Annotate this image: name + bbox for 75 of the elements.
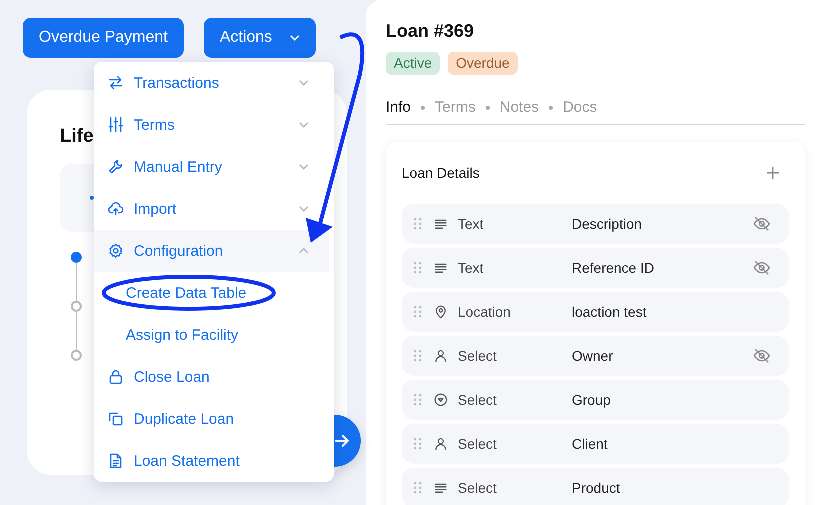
menu-item[interactable]: Loan Statement [94, 440, 329, 482]
drag-handle-icon[interactable] [414, 218, 422, 230]
chevron-down-icon [299, 164, 309, 170]
field-name: Product [572, 480, 622, 496]
hidden-eye-icon[interactable] [753, 348, 771, 364]
field-name: Reference ID [572, 260, 656, 276]
tab[interactable]: Docs [563, 99, 598, 116]
swap-arrows-icon [108, 75, 124, 91]
field-type: Text [458, 216, 485, 232]
cloud-upload-icon [108, 201, 124, 217]
field-type: Select [458, 436, 498, 452]
submenu-item[interactable]: Create Data Table [94, 272, 329, 314]
menu-item[interactable]: Transactions [94, 62, 329, 104]
person-icon [434, 437, 448, 451]
text-lines-icon [434, 481, 448, 495]
field-type: Select [458, 392, 498, 408]
field-row[interactable]: Select Client [402, 424, 789, 464]
hidden-eye-icon[interactable] [753, 260, 771, 276]
status-badge: Overdue [448, 52, 518, 75]
field-row[interactable]: Select Product [402, 468, 789, 505]
chevron-down-icon [290, 35, 300, 41]
add-icon[interactable] [767, 167, 779, 179]
document-icon [108, 453, 124, 469]
card-title: Loan Details [402, 165, 480, 181]
gear-icon [108, 243, 124, 259]
lock-icon [108, 369, 124, 385]
menu-item[interactable]: Close Loan [94, 356, 329, 398]
drag-handle-icon[interactable] [414, 438, 422, 450]
drag-handle-icon[interactable] [414, 262, 422, 274]
field-name: Group [572, 392, 612, 408]
menu-item[interactable]: Manual Entry [94, 146, 329, 188]
field-type: Select [458, 348, 498, 364]
field-type: Location [458, 304, 512, 320]
field-row[interactable]: Location loaction test [402, 292, 789, 332]
wrench-icon [108, 159, 124, 175]
dropdown-circle-icon [434, 393, 448, 407]
drag-handle-icon[interactable] [414, 394, 422, 406]
field-name: Client [572, 436, 609, 452]
chevron-up-icon [299, 248, 309, 254]
hidden-eye-icon[interactable] [753, 216, 771, 232]
sliders-icon [108, 117, 124, 133]
actions-dropdown-button[interactable]: Actions [204, 18, 316, 58]
field-row[interactable]: Select Owner [402, 336, 789, 376]
copy-icon [108, 411, 124, 427]
person-icon [434, 349, 448, 363]
tab[interactable]: Notes [500, 99, 540, 116]
dot-icon [90, 196, 94, 200]
field-name: Owner [572, 348, 614, 364]
menu-item[interactable]: Duplicate Loan [94, 398, 329, 440]
field-row[interactable]: Text Reference ID [402, 248, 789, 288]
text-lines-icon [434, 261, 448, 275]
field-row[interactable]: Text Description [402, 204, 789, 244]
menu-item[interactable]: Configuration [94, 230, 329, 272]
field-name: Description [572, 216, 644, 232]
chevron-down-icon [299, 122, 309, 128]
overdue-payment-button[interactable]: Overdue Payment [23, 18, 184, 58]
status-badge: Active [386, 52, 440, 75]
drag-handle-icon[interactable] [414, 306, 422, 318]
submenu-item[interactable]: Assign to Facility [94, 314, 329, 356]
field-type: Text [458, 260, 485, 276]
chevron-down-icon [299, 206, 309, 212]
field-name: loaction test [572, 304, 648, 320]
field-type: Select [458, 480, 498, 496]
menu-item[interactable]: Import [94, 188, 329, 230]
location-pin-icon [434, 305, 448, 319]
menu-item[interactable]: Terms [94, 104, 329, 146]
tab[interactable]: Terms [435, 99, 476, 116]
text-lines-icon [434, 217, 448, 231]
chevron-down-icon [299, 80, 309, 86]
loan-title: Loan #369 [386, 20, 476, 42]
tab[interactable]: Info [386, 99, 412, 116]
drag-handle-icon[interactable] [414, 350, 422, 362]
field-row[interactable]: Select Group [402, 380, 789, 420]
drag-handle-icon[interactable] [414, 482, 422, 494]
card-title: Life [60, 126, 95, 148]
